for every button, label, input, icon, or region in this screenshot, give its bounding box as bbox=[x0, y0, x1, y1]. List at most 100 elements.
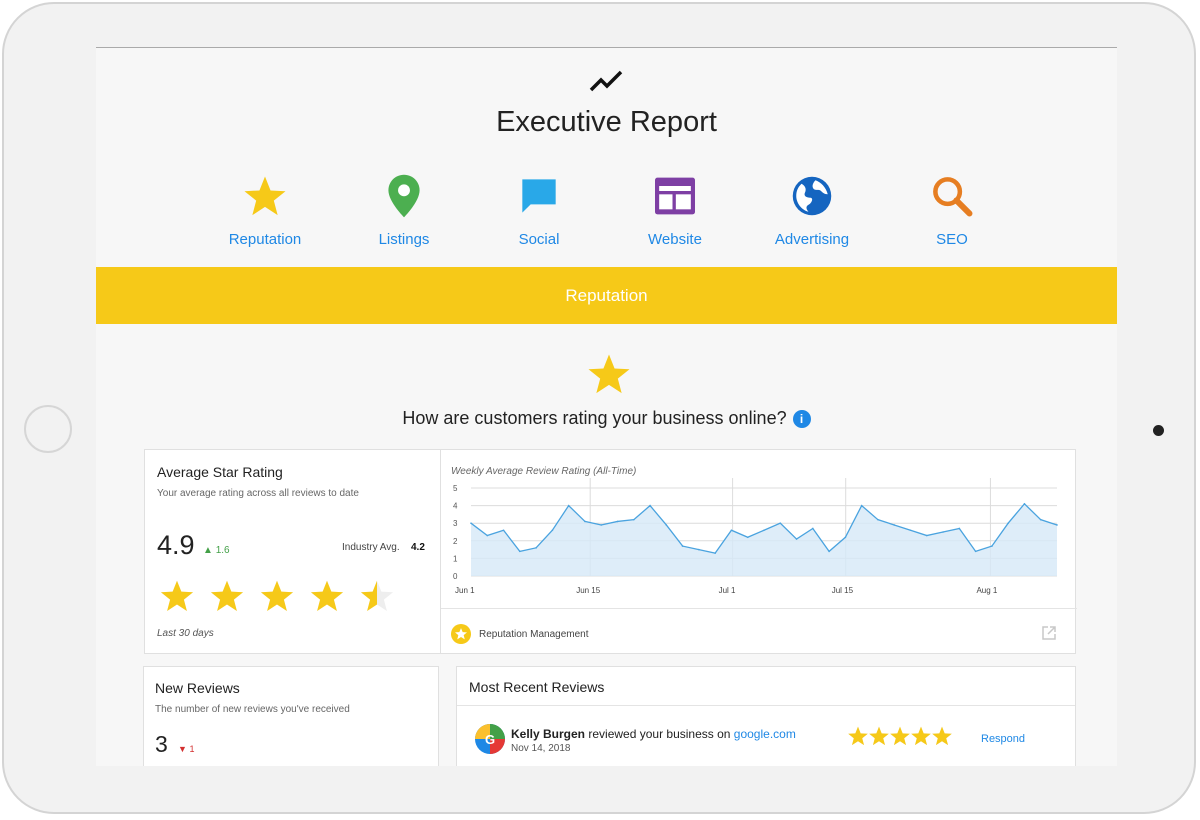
recent-reviews-card: Most Recent Reviews G Kelly Burgen revie… bbox=[456, 666, 1076, 766]
series-area bbox=[471, 503, 1057, 576]
nav-advertising[interactable]: Advertising bbox=[747, 173, 877, 248]
data-point bbox=[860, 504, 863, 507]
data-point bbox=[470, 522, 472, 524]
star-icon bbox=[586, 351, 632, 402]
rating-delta-value: 1.6 bbox=[215, 545, 230, 556]
nav-seo[interactable]: SEO bbox=[887, 173, 1017, 248]
data-point bbox=[974, 550, 977, 553]
data-point bbox=[600, 524, 603, 526]
star-icon bbox=[890, 726, 910, 746]
nav-label: Listings bbox=[378, 231, 430, 248]
rating-stars bbox=[159, 578, 409, 619]
chat-bubble-icon bbox=[519, 176, 559, 220]
y-tick-label: 1 bbox=[453, 554, 458, 563]
page-title: Executive Report bbox=[496, 106, 717, 138]
up-arrow-icon: ▲ bbox=[203, 545, 213, 556]
card-title: Most Recent Reviews bbox=[469, 679, 605, 695]
data-point bbox=[714, 552, 716, 554]
banner-label: Reputation bbox=[565, 285, 648, 305]
rating-value: 4.9 bbox=[157, 530, 195, 560]
data-point bbox=[795, 538, 798, 540]
nav-label: Reputation bbox=[228, 231, 302, 248]
star-icon bbox=[911, 726, 931, 746]
data-point bbox=[1039, 518, 1042, 521]
data-point bbox=[779, 522, 782, 524]
star-icon bbox=[360, 580, 394, 611]
data-point bbox=[1007, 522, 1009, 524]
data-point bbox=[844, 536, 847, 539]
screen: Executive Report Reputation Listings Soc… bbox=[96, 47, 1117, 766]
camera-dot bbox=[1153, 425, 1164, 436]
map-pin-icon bbox=[387, 173, 421, 223]
data-point bbox=[1023, 503, 1026, 505]
nav-label: SEO bbox=[936, 231, 968, 248]
new-reviews-delta: ▼ 1 bbox=[178, 744, 194, 754]
nav-reputation[interactable]: Reputation bbox=[200, 173, 330, 248]
google-maps-icon: G bbox=[475, 724, 505, 754]
data-point bbox=[584, 520, 586, 523]
rating-delta: ▲ 1.6 bbox=[203, 545, 230, 556]
x-tick-label: Jun 15 bbox=[576, 586, 601, 595]
info-icon[interactable]: i bbox=[792, 410, 811, 428]
star-badge-icon bbox=[451, 624, 471, 644]
data-point bbox=[551, 529, 554, 532]
star-icon bbox=[932, 726, 952, 746]
nav-social[interactable]: Social bbox=[474, 173, 604, 248]
industry-avg-value: 4.2 bbox=[411, 542, 425, 553]
data-point bbox=[893, 524, 896, 526]
nav-listings[interactable]: Listings bbox=[339, 173, 469, 248]
question-text: How are customers rating your business o… bbox=[402, 408, 787, 428]
x-tick-label: Jul 15 bbox=[832, 586, 854, 595]
section-question: How are customers rating your business o… bbox=[96, 408, 1117, 429]
review-text: reviewed your business on bbox=[588, 727, 731, 741]
trending-line-icon bbox=[588, 66, 628, 101]
card-subtitle: The number of new reviews you've receive… bbox=[155, 704, 350, 715]
card-divider bbox=[457, 705, 1075, 706]
webpage-icon bbox=[655, 177, 695, 219]
card-title: Average Star Rating bbox=[157, 464, 283, 480]
card-subtitle: Your average rating across all reviews t… bbox=[157, 488, 359, 499]
x-tick-label: Jun 1 bbox=[455, 586, 475, 595]
data-point bbox=[567, 504, 570, 507]
section-banner: Reputation bbox=[96, 267, 1117, 324]
home-button[interactable] bbox=[24, 405, 72, 453]
card-title: New Reviews bbox=[155, 680, 240, 696]
data-point bbox=[502, 529, 505, 532]
star-icon bbox=[310, 580, 344, 611]
nav-label: Website bbox=[648, 231, 702, 248]
star-icon bbox=[260, 580, 294, 611]
period-label: Last 30 days bbox=[157, 628, 214, 639]
x-tick-label: Jul 1 bbox=[719, 586, 736, 595]
data-point bbox=[632, 518, 635, 521]
star-icon bbox=[848, 726, 868, 746]
new-reviews-card: New Reviews The number of new reviews yo… bbox=[143, 666, 439, 766]
star-icon bbox=[869, 726, 889, 746]
nav-label: Social bbox=[518, 231, 560, 248]
review-source-link[interactable]: google.com bbox=[734, 727, 796, 741]
data-point bbox=[909, 529, 912, 532]
data-point bbox=[925, 534, 928, 537]
rating-chart-card: Weekly Average Review Rating (All-Time) … bbox=[440, 449, 1077, 654]
data-point bbox=[877, 518, 879, 521]
data-point bbox=[698, 548, 700, 551]
report-header: Executive Report Reputation Listings Soc… bbox=[96, 48, 1117, 268]
data-point bbox=[535, 547, 537, 549]
data-point bbox=[991, 545, 993, 547]
external-link-icon[interactable] bbox=[1041, 625, 1057, 646]
y-tick-label: 2 bbox=[453, 537, 458, 546]
review-stars bbox=[847, 725, 952, 752]
data-point bbox=[486, 534, 489, 537]
data-point bbox=[828, 550, 830, 553]
data-point bbox=[958, 527, 961, 530]
data-point bbox=[649, 504, 651, 507]
y-tick-label: 5 bbox=[453, 484, 458, 493]
average-rating-card: Average Star Rating Your average rating … bbox=[144, 449, 441, 654]
data-point bbox=[942, 531, 944, 533]
respond-button[interactable]: Respond bbox=[981, 733, 1025, 745]
reviewer-name: Kelly Burgen bbox=[511, 727, 586, 741]
nav-website[interactable]: Website bbox=[610, 173, 740, 248]
industry-avg-label: Industry Avg. bbox=[342, 542, 400, 553]
down-arrow-icon: ▼ bbox=[178, 744, 187, 754]
y-tick-label: 3 bbox=[453, 519, 458, 528]
rating-line-chart: 0 1 2 3 4 5 Jun 1 Jun 15 Jul 1 Jul 15 Aug 1 bbox=[453, 478, 1058, 595]
